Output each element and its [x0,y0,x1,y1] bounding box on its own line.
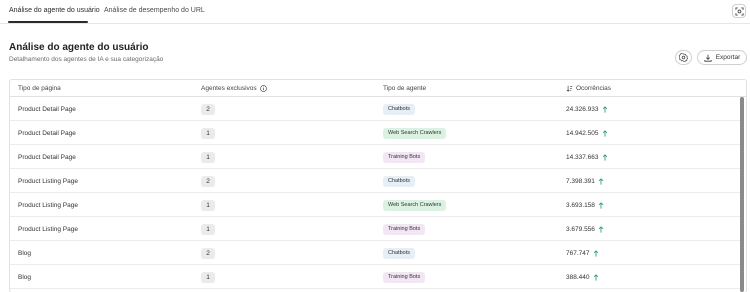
agent-type-tag: Training Bots [383,271,426,283]
agent-type-cell: Web Search Crawlers [383,121,447,145]
arrow-up-icon [593,273,598,281]
agent-type-cell: Chatbots [383,241,416,265]
agent-count-badge: 1 [201,223,215,235]
page-type-cell: Product Detail Page [18,105,76,113]
tab-url-performance-analysis[interactable]: Análise de desempenho do URL [104,7,205,14]
occurrences-value: 7.398.391 [566,177,595,185]
unique-agents-cell: 1 [201,121,215,145]
agent-table: Tipo de página Agentes exclusivos Tipo d… [9,79,747,292]
arrow-up-icon [593,249,598,257]
occurrences-cell: 388.440 [566,265,599,289]
occurrences-cell: 3.693.158 [566,193,604,217]
arrow-up-icon [598,177,604,185]
page-type-cell: Blog [18,273,32,281]
unique-agents-cell: 2 [201,97,215,121]
arrow-up-icon [602,129,607,137]
occurrences-value: 24.326.933 [566,105,599,113]
arrow-up-icon [598,225,604,233]
page-type-cell: Product Detail Page [18,153,76,161]
page-subtitle: Detalhamento dos agentes de IA e sua cat… [9,56,164,63]
table-header: Tipo de página Agentes exclusivos Tipo d… [10,80,746,97]
tab-bar: Análise do agente do usuário Análise de … [0,0,750,24]
active-tab-indicator [8,21,88,23]
agent-type-tag: Chatbots [383,175,416,187]
occurrences-cell: 767.747 [566,241,599,265]
occurrences-cell: 3.679.556 [566,217,604,241]
focus-icon [734,6,744,16]
occurrences-value: 388.440 [566,273,590,281]
occurrences-cell: 14.337.663 [566,145,608,169]
occurrences-value: 3.693.158 [566,201,595,209]
occurrences-value: 3.679.556 [566,225,595,233]
arrow-up-icon [602,105,607,113]
occurrences-cell: 14.942.505 [566,121,608,145]
agent-type-cell: Web Search Crawlers [383,193,447,217]
page-type-cell: Product Detail Page [18,129,76,137]
agent-type-cell: Chatbots [383,169,416,193]
tab-user-agent-analysis[interactable]: Análise do agente do usuário [9,7,100,14]
agent-type-cell: Chatbots [383,97,416,121]
agent-count-badge: 2 [201,247,215,259]
agent-type-tag: Chatbots [383,103,416,115]
table-row[interactable]: Product Listing Page 2 Chatbots 7.398.391 [10,169,740,193]
unique-agents-cell: 2 [201,241,215,265]
table-row[interactable]: Product Listing Page 1 Training Bots 3.679.… [10,217,740,241]
occurrences-cell: 7.398.391 [566,169,604,193]
agent-type-tag: Training Bots [383,223,426,235]
agent-type-tag: Web Search Crawlers [383,127,447,139]
settings-button[interactable] [675,50,692,65]
column-header-unique-agents[interactable]: Agentes exclusivos [201,85,267,92]
unique-agents-cell: 2 [201,169,215,193]
settings-icon [679,53,688,62]
export-label: Exportar [715,54,741,61]
occurrences-value: 767.747 [566,249,590,257]
page-type-cell: Blog [18,249,32,257]
agent-type-cell: Training Bots [383,217,426,241]
arrow-up-icon [598,201,604,209]
unique-agents-cell: 1 [201,265,215,289]
occurrences-value: 14.337.663 [566,153,599,161]
agent-type-cell: Training Bots [383,145,426,169]
agent-type-tag: Chatbots [383,247,416,259]
agent-count-badge: 1 [201,127,215,139]
agent-type-cell: Training Bots [383,265,426,289]
agent-count-badge: 1 [201,199,215,211]
unique-agents-cell: 1 [201,217,215,241]
agent-count-badge: 1 [201,271,215,283]
scrollbar-thumb[interactable] [740,97,744,292]
occurrences-cell: 24.326.933 [566,97,608,121]
page-title: Análise do agente do usuário [9,42,149,53]
table-row[interactable]: Product Detail Page 1 Web Search Crawlers 1… [10,121,740,145]
occurrences-value: 14.942.505 [566,129,599,137]
table-row[interactable]: Product Detail Page 1 Training Bots 14.337.… [10,145,740,169]
agent-count-badge: 2 [201,103,215,115]
table-row[interactable]: Product Detail Page 2 Chatbots 24.326.933 [10,97,740,121]
unique-agents-cell: 1 [201,145,215,169]
page-type-cell: Product Listing Page [18,201,78,209]
download-icon [704,54,712,62]
export-button[interactable]: Exportar [697,50,747,65]
arrow-up-icon [602,153,607,161]
table-row[interactable]: Product Listing Page 1 Web Search Crawlers… [10,193,740,217]
table-row[interactable]: Blog 2 Chatbots 767.747 [10,241,740,265]
agent-type-tag: Web Search Crawlers [383,199,447,211]
unique-agents-cell: 1 [201,193,215,217]
column-header-agent-type[interactable]: Tipo de agente [383,85,426,92]
sort-icon [566,85,573,92]
column-header-page-type[interactable]: Tipo de página [18,85,61,92]
focus-button[interactable] [732,4,746,18]
agent-type-tag: Training Bots [383,151,426,163]
info-icon[interactable] [259,85,267,92]
page-type-cell: Product Listing Page [18,177,78,185]
table-row[interactable]: Blog 1 Training Bots 388.440 [10,265,740,289]
agent-count-badge: 1 [201,151,215,163]
column-header-occurrences[interactable]: Ocorrências [566,85,611,92]
agent-count-badge: 2 [201,175,215,187]
page-type-cell: Product Listing Page [18,225,78,233]
